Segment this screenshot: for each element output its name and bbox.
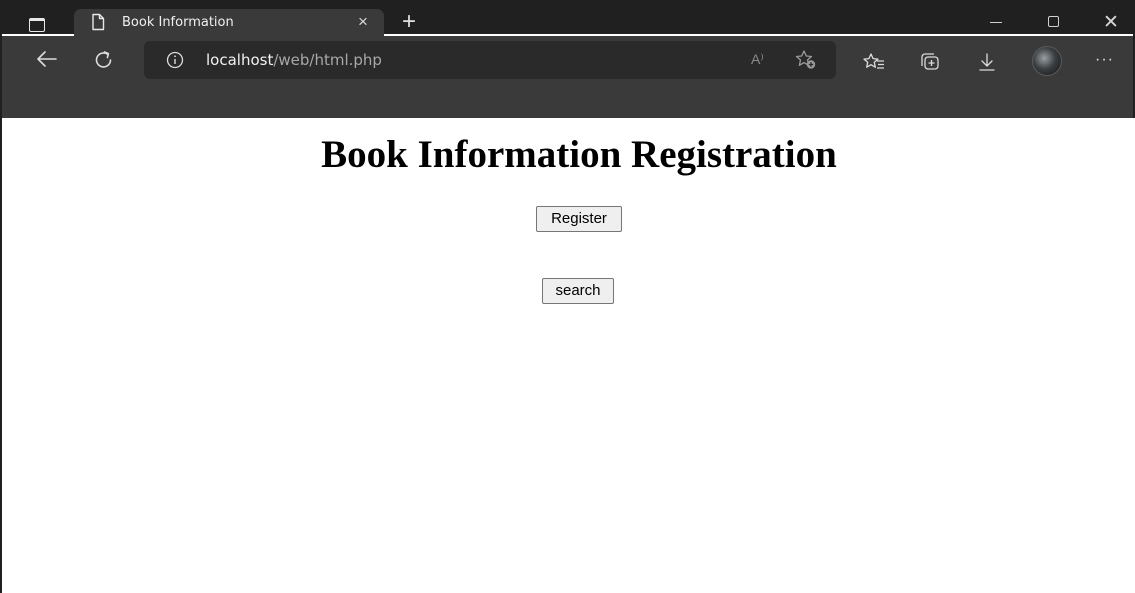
maximize-icon <box>1047 16 1059 27</box>
window-close-button[interactable]: ✕ <box>1091 12 1131 34</box>
collections-icon[interactable] <box>919 52 941 77</box>
tab-title: Book Information <box>122 15 234 30</box>
maximize-button[interactable] <box>1033 12 1073 34</box>
tab-close-icon[interactable]: × <box>352 11 374 33</box>
search-button[interactable]: search <box>542 278 614 304</box>
read-aloud-icon[interactable]: A⁾ <box>751 51 764 68</box>
back-icon <box>37 51 57 67</box>
page-icon <box>90 13 106 36</box>
url-path: /web/html.php <box>273 51 382 69</box>
url-host: localhost <box>206 51 274 69</box>
register-button[interactable]: Register <box>536 206 622 232</box>
page-content: Book Information Registration Register s… <box>4 118 1135 593</box>
page-title: Book Information Registration <box>321 133 837 176</box>
favorites-icon[interactable] <box>862 52 886 77</box>
tab-book-information[interactable]: Book Information × <box>74 9 384 36</box>
info-icon[interactable] <box>166 51 184 74</box>
tab-strip: Book Information × + ✕ <box>2 2 1133 36</box>
reload-button[interactable] <box>92 48 124 76</box>
minimize-button[interactable] <box>976 12 1016 34</box>
browser-window: Book Information × + ✕ localhost/web/htm… <box>0 0 1135 593</box>
tab-actions-icon[interactable] <box>24 12 50 38</box>
add-favorite-icon[interactable] <box>794 49 818 76</box>
reload-icon <box>95 51 112 68</box>
url-text: localhost/web/html.php <box>206 51 382 69</box>
new-tab-button[interactable]: + <box>394 10 424 36</box>
back-button[interactable] <box>34 48 66 76</box>
more-icon[interactable]: ··· <box>1095 51 1114 69</box>
download-icon[interactable] <box>977 52 997 77</box>
profile-avatar[interactable] <box>1032 46 1062 76</box>
minimize-icon <box>990 22 1002 24</box>
address-bar[interactable]: localhost/web/html.php A⁾ <box>144 41 836 79</box>
